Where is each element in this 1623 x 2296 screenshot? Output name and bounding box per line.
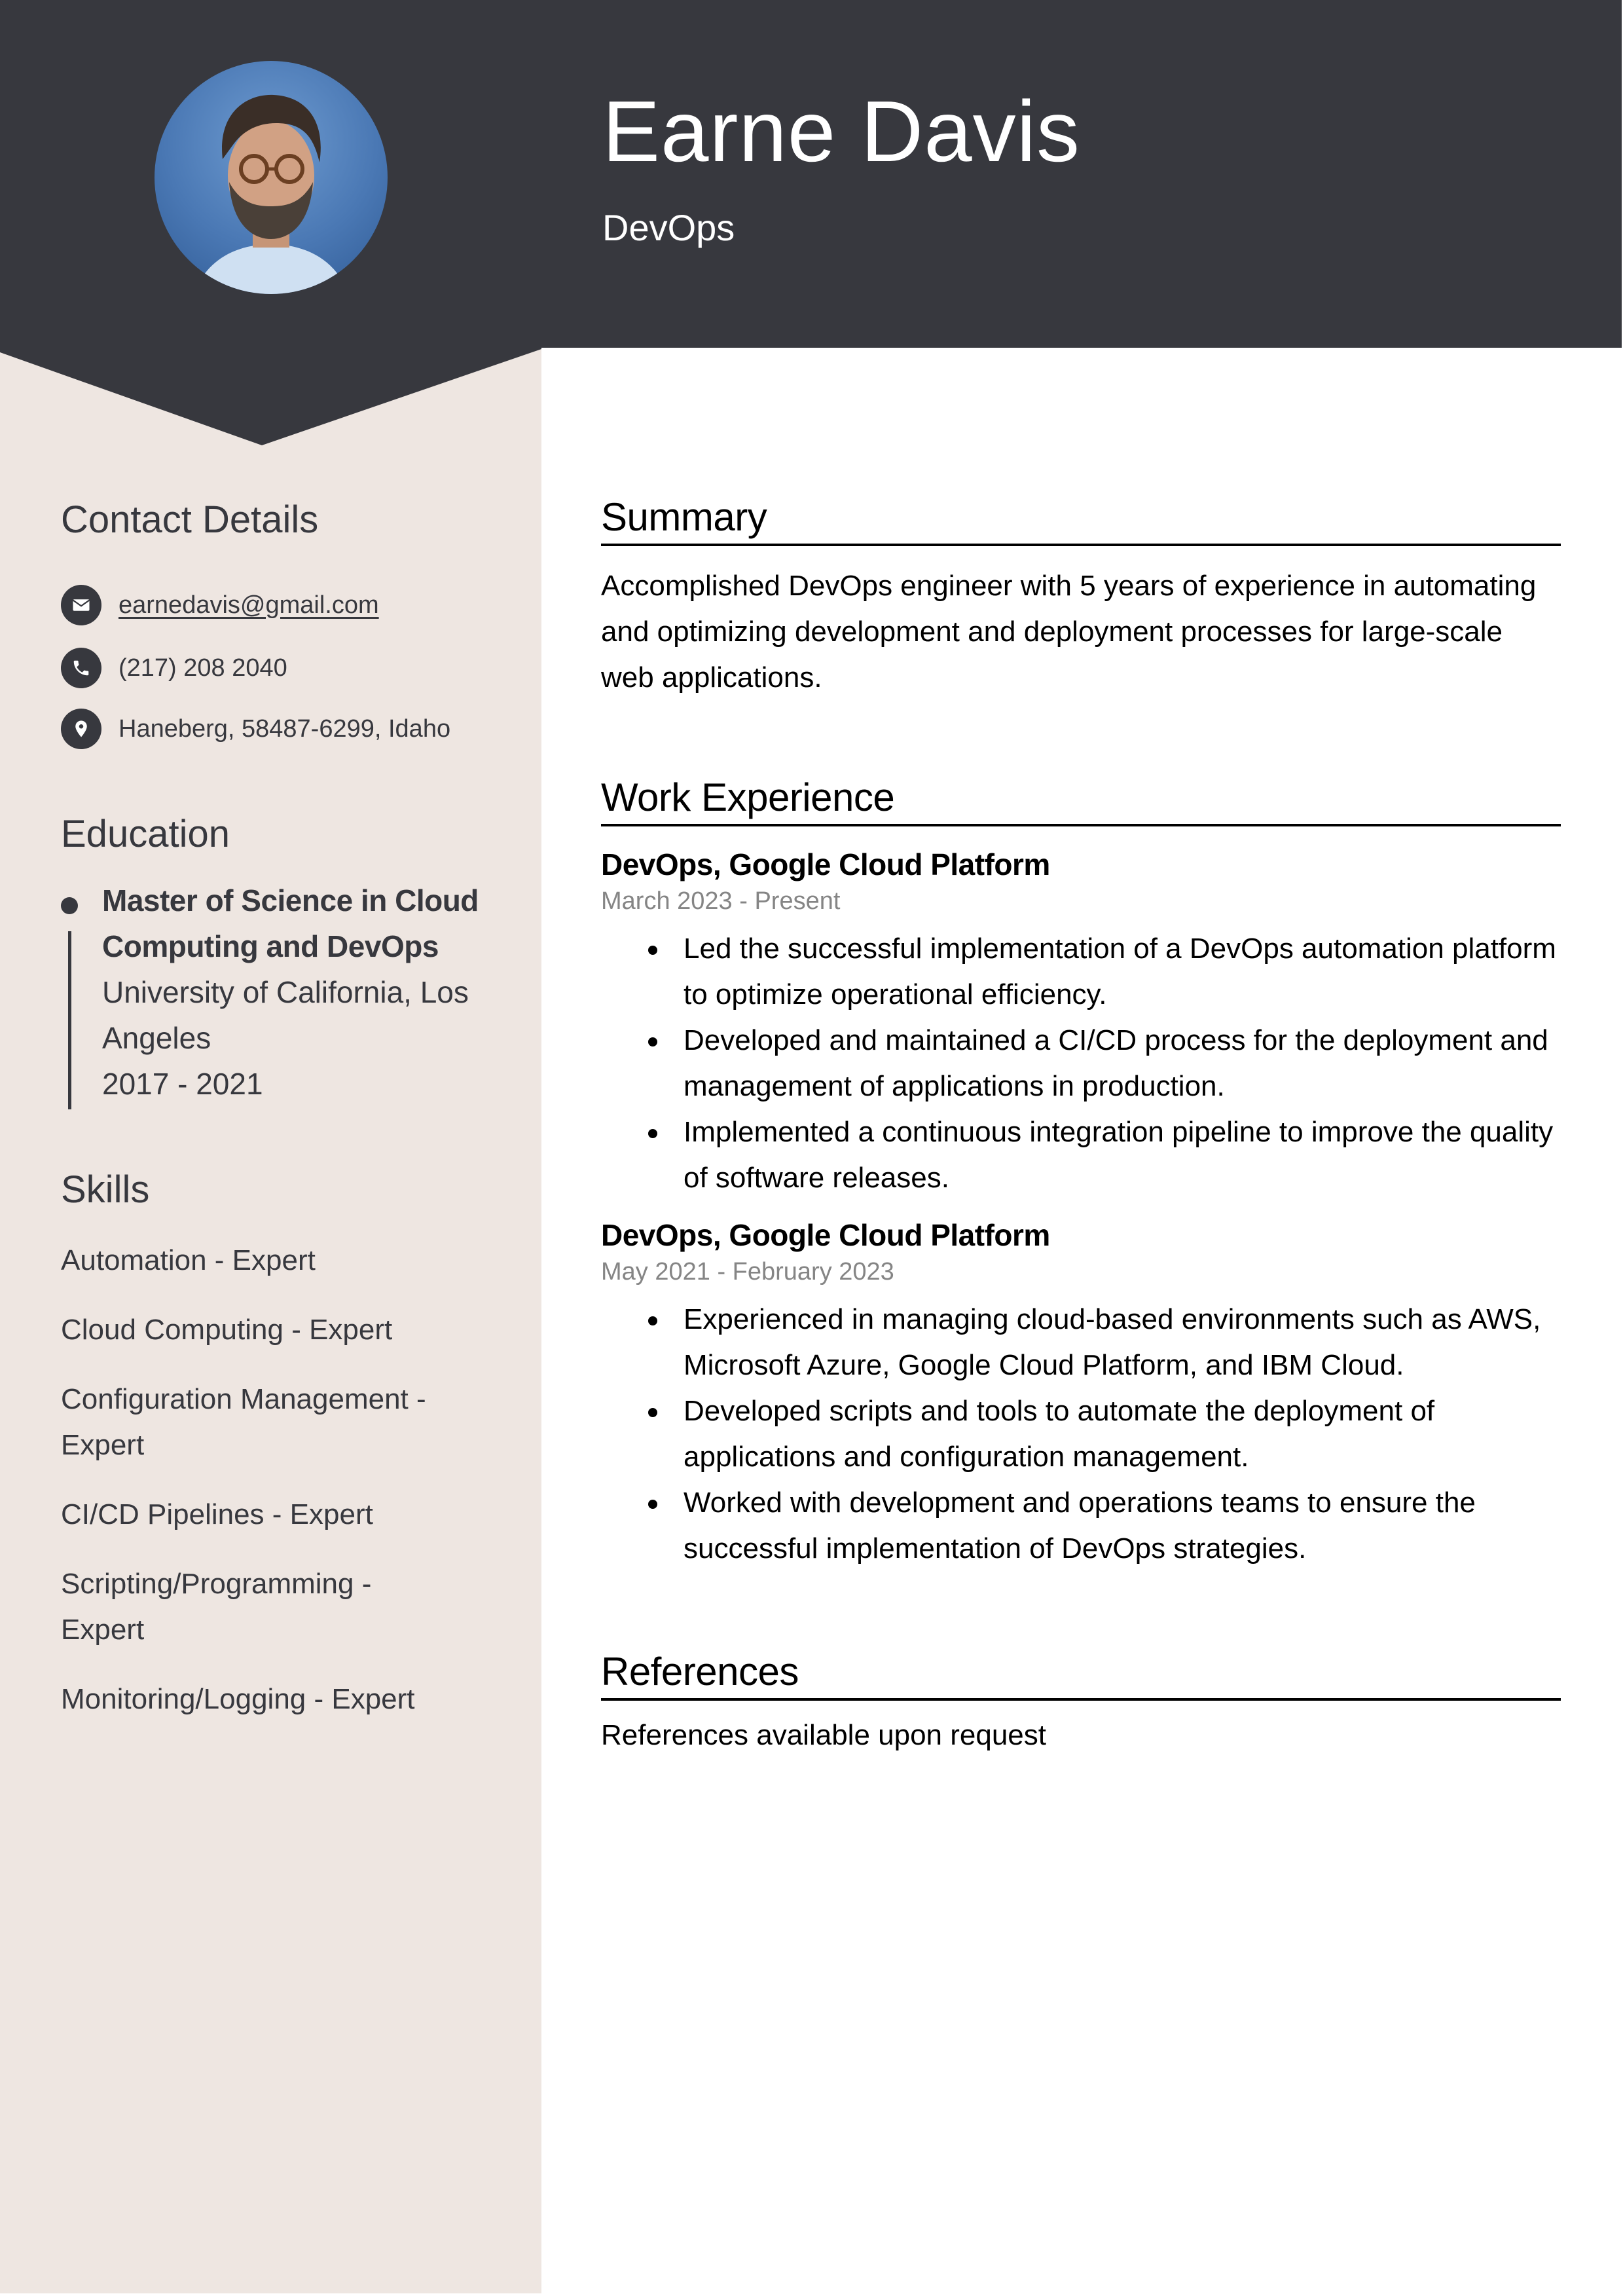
timeline-dot — [61, 897, 78, 914]
candidate-name: Earne Davis — [602, 83, 1080, 179]
job-bullet: Developed scripts and tools to automate … — [601, 1388, 1561, 1480]
job-entry-dates: May 2021 - February 2023 — [601, 1258, 894, 1286]
job-entry-title: DevOps, Google Cloud Platform — [601, 1218, 1050, 1252]
contact-email[interactable]: earnedavis@gmail.com — [61, 585, 379, 625]
skill-item: Scripting/Programming - Expert — [61, 1568, 372, 1646]
contact-phone: (217) 208 2040 — [61, 648, 287, 688]
education-years: 2017 - 2021 — [102, 1067, 263, 1101]
skill-item: Configuration Management - Expert — [61, 1383, 426, 1461]
avatar — [155, 61, 388, 294]
email-link[interactable]: earnedavis@gmail.com — [119, 591, 379, 620]
skill-item: Cloud Computing - Expert — [61, 1314, 393, 1346]
work-experience-heading: Work Experience — [601, 775, 1561, 826]
job-title: DevOps — [602, 207, 735, 248]
location-pin-icon — [61, 709, 101, 749]
contact-heading: Contact Details — [61, 498, 319, 541]
profile-photo-icon — [194, 94, 348, 294]
job-entry-dates: March 2023 - Present — [601, 887, 841, 915]
summary-section: Summary Accomplished DevOps engineer wit… — [601, 494, 1561, 701]
job-bullet: Implemented a continuous integration pip… — [601, 1109, 1561, 1201]
job-bullet: Led the successful implementation of a D… — [601, 926, 1561, 1018]
contact-address: Haneberg, 58487-6299, Idaho — [61, 709, 450, 749]
job-bullet: Worked with development and operations t… — [601, 1480, 1561, 1572]
job-bullet: Developed and maintained a CI/CD process… — [601, 1018, 1561, 1109]
education-heading: Education — [61, 813, 230, 855]
summary-heading: Summary — [601, 494, 1561, 546]
skill-item: Automation - Expert — [61, 1244, 316, 1276]
skill-item: Monitoring/Logging - Expert — [61, 1683, 415, 1715]
references-text: References available upon request — [601, 1719, 1047, 1751]
phone-text: (217) 208 2040 — [119, 654, 287, 682]
job-entry-title: DevOps, Google Cloud Platform — [601, 847, 1050, 881]
skill-item: CI/CD Pipelines - Expert — [61, 1498, 373, 1530]
job-entry: DevOps, Google Cloud Platform May 2021 -… — [601, 1215, 1561, 1572]
references-section: References References available upon req… — [601, 1649, 1561, 1758]
education-degree: Master of Science in Cloud Computing and… — [102, 883, 479, 963]
address-text: Haneberg, 58487-6299, Idaho — [119, 714, 451, 743]
education-school: University of California, Los Angeles — [102, 975, 469, 1055]
job-bullet: Experienced in managing cloud-based envi… — [601, 1297, 1561, 1388]
envelope-icon — [61, 585, 101, 625]
job-entry: DevOps, Google Cloud Platform March 2023… — [601, 845, 1561, 1201]
timeline-line — [68, 931, 71, 1109]
work-experience-section: Work Experience DevOps, Google Cloud Pla… — [601, 775, 1561, 1572]
references-heading: References — [601, 1649, 1561, 1701]
skills-list: Automation - Expert Cloud Computing - Ex… — [61, 1238, 480, 1746]
phone-icon — [61, 648, 101, 688]
summary-text: Accomplished DevOps engineer with 5 year… — [601, 570, 1537, 694]
job-bullets: Experienced in managing cloud-based envi… — [601, 1297, 1561, 1572]
education-entry: Master of Science in Cloud Computing and… — [61, 878, 480, 1109]
job-bullets: Led the successful implementation of a D… — [601, 926, 1561, 1201]
skills-heading: Skills — [61, 1168, 150, 1211]
header-chevron — [0, 347, 541, 445]
